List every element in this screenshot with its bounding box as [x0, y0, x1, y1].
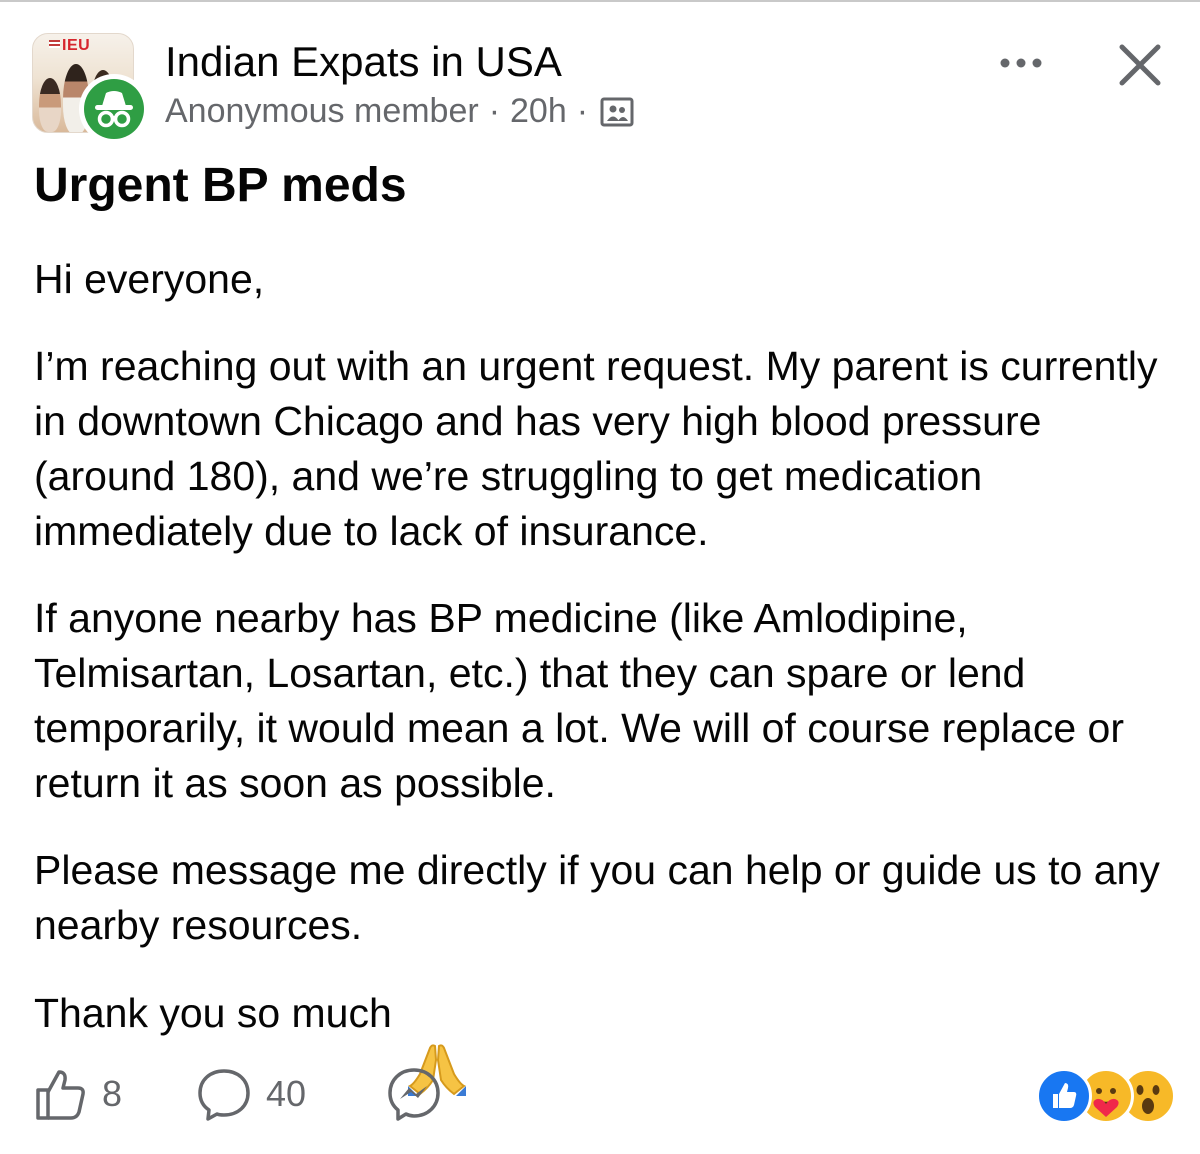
post-header: IEU Indian Expats in USA Anonymous membe…	[0, 0, 1200, 144]
group-name[interactable]: Indian Expats in USA	[165, 38, 562, 86]
close-button[interactable]	[1108, 38, 1172, 92]
like-reaction-icon	[1036, 1068, 1092, 1124]
group-avatar-badge-text: IEU	[62, 37, 91, 54]
thumbs-up-icon	[36, 1070, 85, 1120]
us-flag-icon	[49, 40, 60, 48]
anonymous-avatar[interactable]	[79, 74, 149, 144]
folded-hands-icon	[406, 985, 468, 1096]
messenger-share-button[interactable]	[386, 1066, 442, 1122]
more-options-button[interactable]	[985, 38, 1057, 88]
post-paragraph: If anyone nearby has BP medicine (like A…	[34, 595, 1124, 806]
post-paragraph: Hi everyone,	[34, 256, 265, 302]
post-meta: Anonymous member · 20h ·	[165, 92, 634, 131]
anonymous-member-icon	[84, 79, 144, 139]
post-paragraph: Please message me directly if you can he…	[34, 847, 1160, 948]
meta-separator: ·	[488, 92, 501, 130]
messenger-icon	[388, 1068, 440, 1121]
post-timestamp[interactable]: 20h	[510, 92, 567, 131]
author-name[interactable]: Anonymous member	[165, 92, 479, 131]
post-paragraph: Thank you so much	[34, 989, 392, 1036]
avatar-person	[39, 78, 61, 132]
post-body: Hi everyone, I’m reaching out with an ur…	[34, 252, 1174, 1096]
comment-button[interactable]: 40	[196, 1066, 306, 1122]
more-horizontal-icon	[1000, 58, 1042, 68]
meta-separator: ·	[576, 92, 589, 130]
like-button[interactable]: 8	[32, 1066, 122, 1122]
group-members-icon	[600, 95, 634, 129]
comment-count: 40	[266, 1073, 307, 1114]
close-icon	[1119, 44, 1161, 86]
reactions-summary[interactable]	[1036, 1068, 1176, 1128]
post-paragraph: I’m reaching out with an urgent request.…	[34, 343, 1158, 554]
post-actions-bar: 8 40	[0, 1060, 1200, 1140]
like-count: 8	[102, 1073, 123, 1114]
group-avatar-badge: IEU	[49, 37, 90, 55]
comment-bubble-icon	[198, 1069, 250, 1121]
post-paragraph-closing: Thank you so much	[34, 985, 1174, 1096]
post-title: Urgent BP meds	[34, 159, 407, 212]
